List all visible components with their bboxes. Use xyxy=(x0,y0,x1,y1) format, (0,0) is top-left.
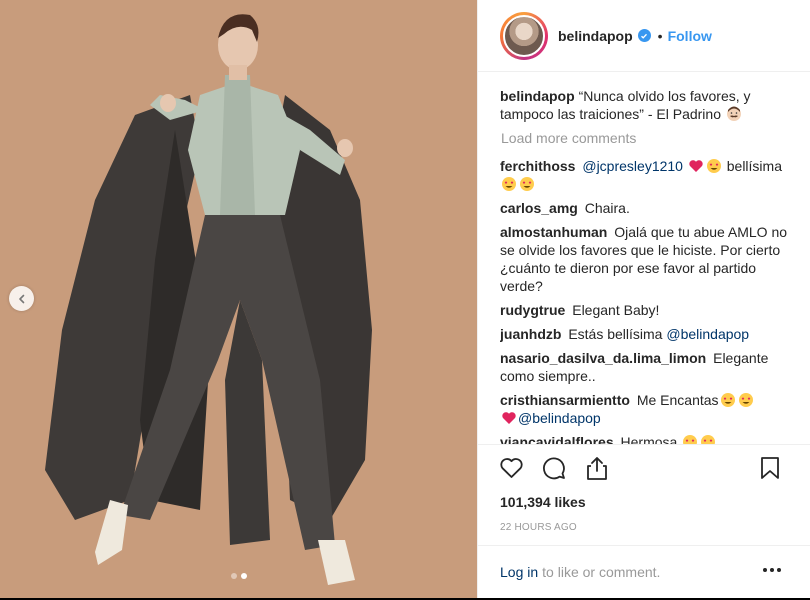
comment-username[interactable]: ferchithoss xyxy=(500,158,575,174)
heart-eyes-emoji-icon xyxy=(738,393,753,407)
comment-text: Hermosa xyxy=(620,434,678,444)
comment-username[interactable]: almostanhuman xyxy=(500,224,607,240)
comment-item: nasario_dasilva_da.lima_limon Elegante c… xyxy=(500,349,800,385)
save-button[interactable] xyxy=(757,455,783,481)
carousel-dot-active xyxy=(240,573,247,579)
comment-icon xyxy=(543,457,565,480)
likes-count[interactable]: 101,394 likes xyxy=(500,494,586,510)
comment-mention[interactable]: @belindapop xyxy=(666,326,749,342)
comment-username[interactable]: viancavidalflores xyxy=(500,434,614,444)
heart-eyes-emoji-icon xyxy=(720,393,735,407)
heart-icon xyxy=(499,458,523,478)
heart-eyes-emoji-icon xyxy=(502,177,516,191)
load-more-comments-button[interactable]: Load more comments xyxy=(501,129,800,147)
post-header: belindapop • Follow xyxy=(478,0,810,72)
share-icon xyxy=(587,457,607,480)
comment-item: rudygtrue Elegant Baby! xyxy=(500,301,800,319)
comment-item: cristhiansarmientto Me Encantas @belinda… xyxy=(500,391,800,427)
mustache-man-emoji-icon xyxy=(726,106,741,121)
red-heart-emoji-icon xyxy=(502,412,516,424)
post-photo[interactable] xyxy=(0,0,477,598)
comment-username[interactable]: rudygtrue xyxy=(500,302,565,318)
comment-username[interactable]: juanhdzb xyxy=(500,326,561,342)
heart-eyes-emoji-icon xyxy=(706,159,721,173)
avatar-story-ring[interactable] xyxy=(500,11,548,60)
login-footer: Log in to like or comment. xyxy=(478,545,810,598)
comment-item: carlos_amg Chaira. xyxy=(500,199,800,217)
comment-username[interactable]: nasario_dasilva_da.lima_limon xyxy=(500,350,706,366)
heart-eyes-emoji-icon xyxy=(701,435,716,444)
share-button[interactable] xyxy=(584,455,610,481)
heart-eyes-emoji-icon xyxy=(683,435,698,444)
comment-item: ferchithoss @jcpresley1210 bellísima xyxy=(500,157,800,193)
comment-text: Me Encantas xyxy=(636,392,719,408)
comment-text: Elegant Baby! xyxy=(572,302,660,318)
comment-mention[interactable]: @belindapop xyxy=(518,410,601,426)
comment-text: bellísima xyxy=(726,158,782,174)
follow-button[interactable]: Follow xyxy=(668,28,712,44)
verified-badge-icon xyxy=(637,29,651,42)
login-link[interactable]: Log in xyxy=(500,564,538,580)
comments-list[interactable]: belindapop “Nunca olvido los favores, y … xyxy=(500,87,800,444)
carousel-prev-button[interactable] xyxy=(9,286,34,311)
like-button[interactable] xyxy=(498,455,524,481)
red-heart-emoji-icon xyxy=(689,160,703,172)
fashion-photo xyxy=(0,0,477,598)
bookmark-icon xyxy=(761,457,779,479)
carousel-dot xyxy=(230,573,237,579)
carousel-indicator xyxy=(0,573,477,579)
comment-text: Estás bellísima xyxy=(568,326,663,342)
chevron-left-icon xyxy=(18,294,24,303)
comment-username[interactable]: cristhiansarmientto xyxy=(500,392,630,408)
comment-item: juanhdzb Estás bellísima @belindapop xyxy=(500,325,800,343)
avatar xyxy=(503,14,545,57)
author-username[interactable]: belindapop xyxy=(558,28,633,44)
post-caption: belindapop “Nunca olvido los favores, y … xyxy=(500,87,800,123)
comment-item: viancavidalflores Hermosa xyxy=(500,433,800,444)
caption-username[interactable]: belindapop xyxy=(500,88,575,104)
comment-text: Chaira. xyxy=(584,200,630,216)
comment-item: almostanhuman Ojalá que tu abue AMLO no … xyxy=(500,223,800,295)
post-timestamp[interactable]: 22 HOURS AGO xyxy=(500,522,577,533)
comment-button[interactable] xyxy=(541,455,567,481)
header-separator: • xyxy=(657,27,663,44)
post-actions xyxy=(478,444,810,491)
heart-eyes-emoji-icon xyxy=(520,177,534,191)
comment-mention[interactable]: @jcpresley1210 xyxy=(582,158,683,174)
comment-username[interactable]: carlos_amg xyxy=(500,200,578,216)
login-prompt-text: to like or comment. xyxy=(542,564,661,580)
more-options-icon[interactable] xyxy=(763,568,781,572)
instagram-post: belindapop • Follow belindapop “Nunca ol… xyxy=(0,0,810,598)
post-side-panel: belindapop • Follow belindapop “Nunca ol… xyxy=(477,0,810,598)
